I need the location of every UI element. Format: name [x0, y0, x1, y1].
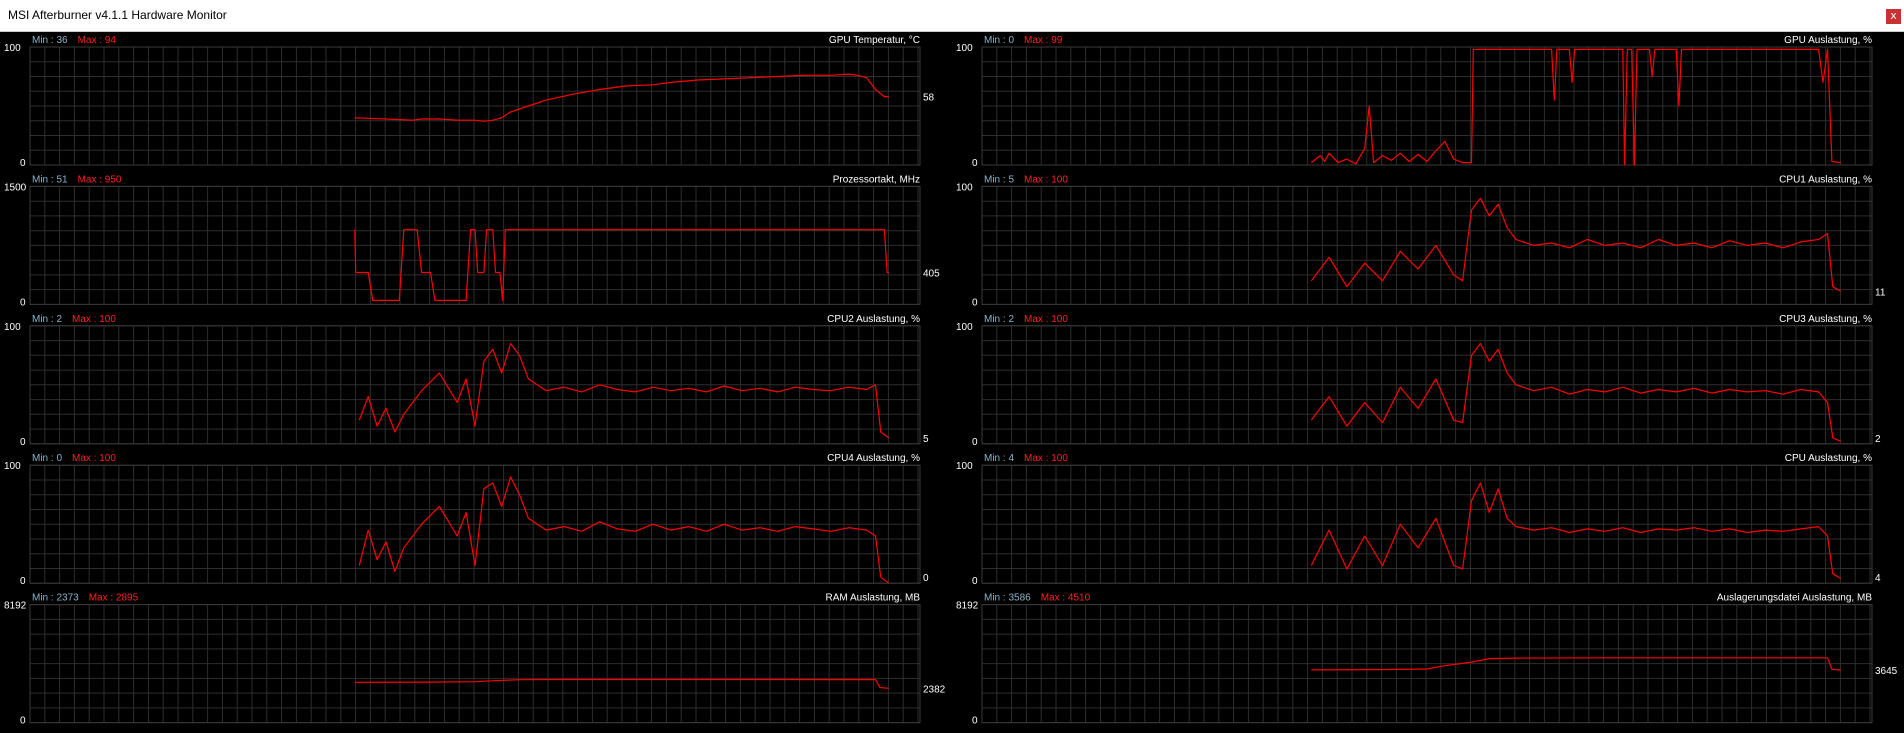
y-axis-bottom-label: 0 [972, 437, 978, 448]
y-axis-bottom-label: 0 [972, 716, 978, 727]
y-axis-bottom-label: 0 [972, 158, 978, 169]
graph-title: Auslagerungsdatei Auslastung, MB [1717, 593, 1872, 604]
max-label: Max : 4510 [1041, 593, 1091, 604]
y-axis-top-label: 8192 [956, 601, 979, 612]
max-label: Max : 100 [1024, 314, 1068, 325]
graph-title: Prozessortakt, MHz [833, 174, 920, 185]
max-label: Max : 950 [78, 174, 122, 185]
y-axis-top-label: 100 [956, 461, 973, 472]
graph-panel: Min : 2373 Max : 2895 RAM Auslastung, MB 81… [4, 593, 946, 727]
y-axis-bottom-label: 0 [972, 576, 978, 587]
y-axis-bottom-label: 0 [20, 158, 26, 169]
min-label: Min : 3586 [984, 593, 1031, 604]
max-label: Max : 94 [78, 35, 117, 46]
graph-title: RAM Auslastung, MB [826, 593, 921, 604]
graph-panel: Min : 2 Max : 100 CPU2 Auslastung, % 100 0 5 [4, 314, 929, 448]
series-line [358, 476, 890, 584]
graph-panel: Min : 36 Max : 94 GPU Temperatur, °C 100 0 58 [4, 35, 935, 169]
series-line [1310, 48, 1841, 166]
graph-panel: Min : 51 Max : 950 Prozessortakt, MHz 1500 0… [4, 174, 940, 308]
min-label: Min : 36 [32, 35, 68, 46]
y-axis-bottom-label: 0 [20, 297, 26, 308]
grid [981, 46, 1872, 166]
current-value-label: 0 [923, 573, 929, 584]
y-axis-bottom-label: 0 [20, 437, 26, 448]
max-label: Max : 2895 [89, 593, 139, 604]
current-value-label: 2382 [923, 684, 946, 695]
graph-title: CPU3 Auslastung, % [1779, 314, 1872, 325]
min-label: Min : 5 [984, 174, 1014, 185]
graph-panel: Min : 3586 Max : 4510 Auslagerungsdatei Au… [956, 593, 1898, 727]
max-label: Max : 100 [72, 314, 116, 325]
series-line [1310, 197, 1842, 292]
min-label: Min : 2 [32, 314, 62, 325]
graph-title: CPU1 Auslastung, % [1779, 174, 1872, 185]
graph-title: CPU Auslastung, % [1785, 453, 1872, 464]
graph-title: CPU4 Auslastung, % [827, 453, 920, 464]
max-label: Max : 99 [1024, 35, 1063, 46]
graph-title: GPU Auslastung, % [1784, 35, 1872, 46]
y-axis-bottom-label: 0 [20, 716, 26, 727]
max-label: Max : 100 [1024, 453, 1068, 464]
current-value-label: 2 [1875, 434, 1881, 445]
current-value-label: 4 [1875, 573, 1881, 584]
y-axis-top-label: 100 [956, 322, 973, 333]
graph-panel: Min : 5 Max : 100 CPU1 Auslastung, % 100 0 11 [956, 174, 1886, 308]
y-axis-top-label: 100 [956, 43, 973, 54]
y-axis-top-label: 100 [4, 43, 21, 54]
series-line [358, 342, 890, 439]
hardware-monitor-graphs: Min : 36 Max : 94 GPU Temperatur, °C100058… [4, 35, 1898, 727]
grid [29, 604, 920, 724]
series-line [1310, 482, 1842, 580]
grid [981, 325, 1872, 445]
grid [981, 464, 1872, 584]
min-label: Min : 2 [984, 314, 1014, 325]
close-icon[interactable]: x [1886, 9, 1901, 24]
title-bar: MSI Afterburner v4.1.1 Hardware Monitor … [0, 0, 1904, 32]
y-axis-top-label: 1500 [4, 182, 27, 193]
current-value-label: 3645 [1875, 666, 1898, 677]
current-value-label: 5 [923, 434, 929, 445]
graph-panel: Min : 0 Max : 100 CPU4 Auslastung, % 100 0 0 [4, 453, 929, 587]
y-axis-bottom-label: 0 [972, 297, 978, 308]
graph-panel: Min : 4 Max : 100 CPU Auslastung, % 100 0 4 [956, 453, 1881, 587]
min-label: Min : 4 [984, 453, 1014, 464]
max-label: Max : 100 [72, 453, 116, 464]
graph-panel: Min : 0 Max : 99 GPU Auslastung, % 100 0 [956, 35, 1873, 169]
min-label: Min : 0 [32, 453, 62, 464]
graph-panel: Min : 2 Max : 100 CPU3 Auslastung, % 100 0 2 [956, 314, 1881, 448]
graph-title: GPU Temperatur, °C [829, 35, 920, 46]
y-axis-bottom-label: 0 [20, 576, 26, 587]
max-label: Max : 100 [1024, 174, 1068, 185]
min-label: Min : 0 [984, 35, 1014, 46]
grid [981, 604, 1872, 724]
grid [981, 185, 1872, 305]
grid [29, 185, 920, 305]
series-line [1310, 342, 1842, 442]
graph-title: CPU2 Auslastung, % [827, 314, 920, 325]
grid [29, 46, 920, 166]
y-axis-top-label: 100 [4, 461, 21, 472]
graphs-area: Min : 36 Max : 94 GPU Temperatur, °C 100 0 58… [0, 31, 1904, 728]
y-axis-top-label: 100 [956, 182, 973, 193]
min-label: Min : 51 [32, 174, 68, 185]
current-value-label: 11 [1875, 287, 1886, 298]
y-axis-top-label: 8192 [4, 601, 27, 612]
y-axis-top-label: 100 [4, 322, 21, 333]
min-label: Min : 2373 [32, 593, 79, 604]
current-value-label: 58 [923, 93, 935, 104]
window-title: MSI Afterburner v4.1.1 Hardware Monitor [8, 8, 227, 22]
current-value-label: 405 [923, 269, 940, 280]
